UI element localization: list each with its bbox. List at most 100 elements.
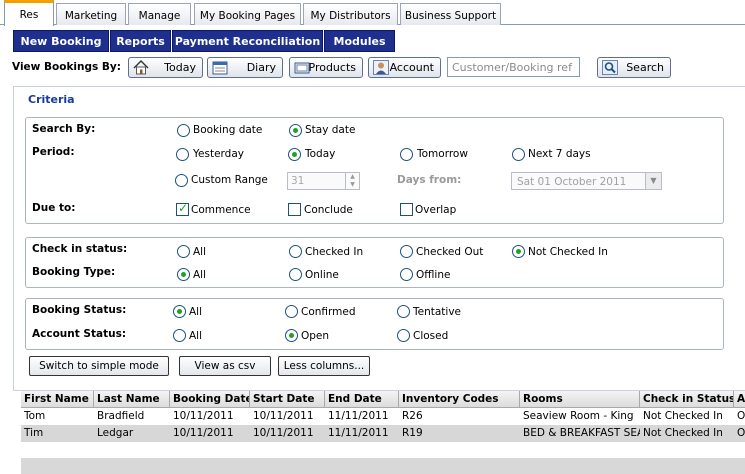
- check-in-all-option: All: [193, 246, 207, 258]
- tab-res[interactable]: Res: [4, 0, 54, 26]
- due-to-commence-checkbox[interactable]: [176, 201, 189, 216]
- booking-type-label: Booking Type:: [32, 266, 116, 278]
- today-button[interactable]: Today: [128, 57, 203, 78]
- table-row[interactable]: Tim Ledgar 10/11/2011 10/11/2011 11/11/2…: [21, 425, 745, 442]
- period-next-7-days-radio[interactable]: [512, 148, 525, 161]
- cell-account: O: [737, 410, 745, 422]
- search-icon: [602, 60, 618, 75]
- overlap-option: Overlap: [415, 204, 457, 216]
- offline-option: Offline: [416, 269, 451, 281]
- booking-status-tentative-radio[interactable]: [397, 305, 410, 318]
- cell-first-name: Tim: [24, 427, 44, 439]
- today-option: Today: [305, 148, 336, 160]
- account-status-all-radio[interactable]: [173, 329, 186, 342]
- diary-button[interactable]: Diary: [207, 57, 283, 78]
- column-header-check-in-status[interactable]: Check in Status: [640, 391, 734, 408]
- period-custom-range-radio[interactable]: [175, 174, 188, 187]
- table-row[interactable]: Tom Bradfield 10/11/2011 10/11/2011 11/1…: [21, 408, 745, 425]
- account-status-label: Account Status:: [32, 328, 127, 340]
- search-by-stay-date-radio[interactable]: [289, 124, 302, 137]
- booking-account-status-group: [25, 298, 724, 350]
- modules-button[interactable]: Modules: [324, 30, 395, 52]
- view-as-csv-button[interactable]: View as csv: [179, 356, 271, 376]
- column-header-first-name[interactable]: First Name: [21, 391, 94, 408]
- top-tab-bar: Res Marketing Manage My Booking Pages My…: [0, 0, 745, 26]
- booking-status-confirmed-radio[interactable]: [285, 305, 298, 318]
- check-in-checked-in-radio[interactable]: [289, 245, 302, 258]
- cell-inventory-codes: R26: [402, 410, 423, 422]
- booking-status-all-radio[interactable]: [173, 305, 186, 318]
- booking-type-offline-radio[interactable]: [400, 268, 413, 281]
- custom-range-days-stepper[interactable]: 31 ▲ ▼: [287, 172, 360, 190]
- switch-to-simple-mode-button[interactable]: Switch to simple mode: [29, 356, 169, 376]
- table-header: First Name Last Name Booking Date Start …: [21, 391, 745, 408]
- products-button[interactable]: Products: [289, 57, 363, 78]
- today-label: Today: [164, 61, 196, 74]
- account-status-open-radio[interactable]: [285, 329, 298, 342]
- less-columns-button[interactable]: Less columns...: [278, 356, 370, 376]
- due-to-conclude-checkbox[interactable]: [288, 203, 301, 216]
- open-option: Open: [301, 330, 330, 342]
- customer-booking-ref-input[interactable]: Customer/Booking ref: [447, 57, 580, 77]
- search-label: Search: [626, 61, 664, 74]
- cell-first-name: Tom: [24, 410, 46, 422]
- check-in-not-checked-in-radio[interactable]: [512, 245, 525, 258]
- cell-start-date: 10/11/2011: [253, 410, 314, 422]
- next-7-days-option: Next 7 days: [528, 148, 591, 160]
- column-header-inventory-codes[interactable]: Inventory Codes: [399, 391, 520, 408]
- checked-out-option: Checked Out: [416, 246, 484, 258]
- days-from-value: Sat 01 October 2011: [517, 176, 627, 188]
- search-criteria-group: [25, 117, 724, 224]
- tab-my-distributors[interactable]: My Distributors: [303, 3, 398, 25]
- stepper-down-icon[interactable]: ▼: [345, 181, 359, 189]
- online-option: Online: [305, 269, 339, 281]
- account-status-closed-radio[interactable]: [397, 329, 410, 342]
- column-header-end-date[interactable]: End Date: [325, 391, 399, 408]
- search-by-label: Search By:: [32, 123, 96, 135]
- confirmed-option: Confirmed: [301, 306, 356, 318]
- tab-my-booking-pages[interactable]: My Booking Pages: [194, 3, 301, 25]
- bookings-table: First Name Last Name Booking Date Start …: [21, 391, 745, 474]
- tab-marketing[interactable]: Marketing: [56, 3, 126, 25]
- yesterday-option: Yesterday: [193, 148, 244, 160]
- period-yesterday-radio[interactable]: [176, 148, 189, 161]
- cell-rooms: BED & BREAKFAST SEA: [523, 427, 640, 439]
- due-to-overlap-checkbox[interactable]: [400, 203, 413, 216]
- cell-check-in-status: Not Checked In: [643, 410, 723, 422]
- cell-end-date: 11/11/2011: [328, 427, 389, 439]
- criteria-legend: Criteria: [24, 93, 79, 106]
- column-header-start-date[interactable]: Start Date: [250, 391, 325, 408]
- booking-type-all-option: All: [193, 269, 207, 281]
- search-by-booking-date-radio[interactable]: [177, 124, 190, 137]
- stay-date-option: Stay date: [305, 124, 356, 136]
- check-in-all-radio[interactable]: [177, 245, 190, 258]
- booking-type-all-radio[interactable]: [177, 268, 190, 281]
- products-label: Products: [308, 61, 357, 74]
- cell-account: O: [737, 427, 745, 439]
- view-bookings-label: View Bookings By:: [12, 61, 121, 73]
- column-header-last-name[interactable]: Last Name: [94, 391, 170, 408]
- account-button[interactable]: Account: [368, 57, 441, 78]
- period-today-radio[interactable]: [288, 148, 301, 161]
- search-button[interactable]: Search: [597, 57, 671, 78]
- check-in-status-label: Check in status:: [32, 243, 128, 255]
- chevron-down-icon: ▼: [645, 173, 661, 189]
- period-tomorrow-radio[interactable]: [400, 148, 413, 161]
- stepper-up-icon[interactable]: ▲: [345, 173, 359, 181]
- tab-business-support[interactable]: Business Support: [400, 3, 501, 25]
- cell-booking-date: 10/11/2011: [173, 427, 234, 439]
- home-icon: [133, 60, 149, 75]
- column-header-rooms[interactable]: Rooms: [520, 391, 640, 408]
- new-booking-button[interactable]: New Booking: [13, 30, 109, 52]
- closed-option: Closed: [413, 330, 449, 342]
- tab-manage[interactable]: Manage: [128, 3, 191, 25]
- booking-type-online-radio[interactable]: [289, 268, 302, 281]
- tentative-option: Tentative: [413, 306, 462, 318]
- check-in-checked-out-radio[interactable]: [400, 245, 413, 258]
- column-header-booking-date[interactable]: Booking Date: [170, 391, 250, 408]
- days-from-select[interactable]: Sat 01 October 2011 ▼: [511, 172, 662, 190]
- cell-booking-date: 10/11/2011: [173, 410, 234, 422]
- payment-reconciliation-button[interactable]: Payment Reconciliation: [172, 30, 323, 52]
- reports-button[interactable]: Reports: [110, 30, 171, 52]
- column-header-account[interactable]: A: [734, 391, 745, 408]
